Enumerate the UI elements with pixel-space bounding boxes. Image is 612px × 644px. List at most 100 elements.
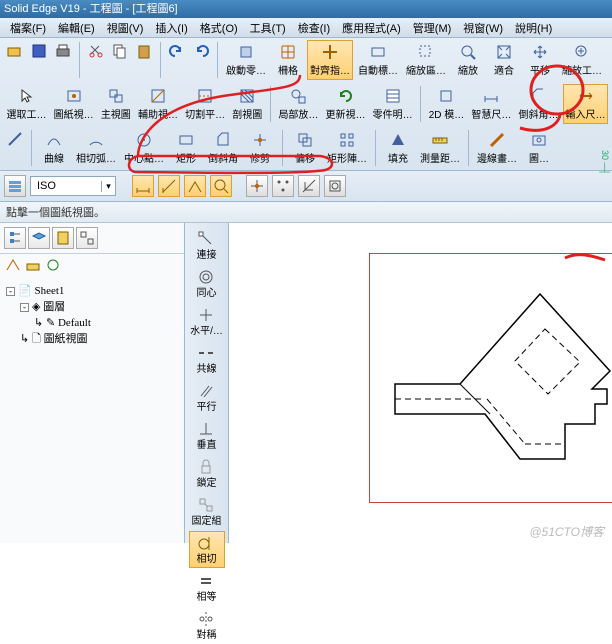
tab-library[interactable] — [52, 227, 74, 249]
grid-button[interactable]: 柵格 — [271, 40, 305, 80]
trim-button[interactable]: 修剪 — [243, 128, 277, 168]
redo-button[interactable] — [190, 40, 212, 62]
align-indicator-button[interactable]: 對齊指… — [307, 40, 353, 80]
section-view-button[interactable]: 剖視圖 — [230, 84, 265, 124]
status-hint: 點擊一個圖紙視圖。 — [0, 202, 612, 223]
aux-view-button[interactable]: 輔助視… — [135, 84, 180, 124]
watermark: @51CTO博客 — [529, 523, 604, 540]
save-button[interactable] — [28, 40, 50, 62]
equal-relation[interactable]: 相等 — [189, 569, 225, 606]
tangent-relation[interactable]: 相切 — [189, 531, 225, 568]
zoom-area-button[interactable]: 縮放區… — [403, 40, 449, 80]
centerpoint-button[interactable]: 中心點… — [121, 128, 167, 168]
snap-tool-3[interactable] — [298, 175, 320, 197]
drawing-view-button[interactable]: 圖紙視… — [51, 84, 96, 124]
image-capture-button[interactable]: 圖… — [522, 128, 556, 168]
copy-button[interactable] — [109, 40, 131, 62]
select-tool-button[interactable]: 選取工… — [4, 84, 49, 124]
ruler-right: 30 ─┤ — [600, 150, 610, 175]
window-title: Solid Edge V19 - 工程圖 - [工程圖6] — [4, 3, 178, 15]
lock-relation[interactable]: 鎖定 — [189, 455, 225, 492]
subtab-1[interactable] — [4, 256, 22, 277]
menu-manage[interactable]: 管理(M) — [407, 18, 458, 37]
zoom-button[interactable]: 縮放 — [451, 40, 485, 80]
menu-format[interactable]: 格式(O) — [194, 18, 244, 37]
menu-window[interactable]: 視窗(W) — [457, 18, 509, 37]
chevron-down-icon: ▾ — [101, 181, 115, 192]
undo-button[interactable] — [166, 40, 188, 62]
update-view-button[interactable]: 更新視… — [323, 84, 368, 124]
ribbon-area: 啟動零… 柵格 對齊指… 自動標… 縮放區… 縮放 適合 平移 縮放工… 選取工… — [0, 38, 612, 171]
layer-preset-button[interactable] — [4, 175, 26, 197]
tab-groups[interactable] — [76, 227, 98, 249]
auto-annotate-button[interactable]: 自動標… — [355, 40, 401, 80]
parallel-relation[interactable]: 平行 — [189, 379, 225, 416]
open-button[interactable] — [4, 40, 26, 62]
snap-tool-4[interactable] — [324, 175, 346, 197]
drawing-content — [370, 254, 612, 502]
concentric-relation[interactable]: 同心 — [189, 265, 225, 302]
panel-tabs — [0, 223, 184, 254]
menu-check[interactable]: 檢查(I) — [292, 18, 336, 37]
secondary-toolbar: ISO ▾ — [0, 171, 612, 202]
tab-layers[interactable] — [28, 227, 50, 249]
window-titlebar: Solid Edge V19 - 工程圖 - [工程圖6] — [0, 0, 612, 18]
offset-button[interactable]: 偏移 — [288, 128, 322, 168]
curve-button[interactable]: 曲線 — [37, 128, 71, 168]
drawing-view-frame[interactable] — [369, 253, 612, 503]
perpendicular-relation[interactable]: 垂直 — [189, 417, 225, 454]
pan-button[interactable]: 平移 — [523, 40, 557, 80]
tree-root: -📄 Sheet1 — [6, 283, 178, 299]
rigidset-relation[interactable]: 固定組 — [189, 493, 225, 530]
cutting-plane-button[interactable]: 切割平… — [183, 84, 228, 124]
insert-dimension-button[interactable]: 輸入尺… — [563, 84, 608, 124]
2d-model-button[interactable]: 2D 模… — [426, 84, 467, 124]
main-view-button[interactable]: 主視圖 — [98, 84, 133, 124]
detail-zoom-button[interactable]: 局部放… — [276, 84, 321, 124]
menu-application[interactable]: 應用程式(A) — [336, 18, 407, 37]
chamfer-dim-button[interactable]: 倒斜角… — [516, 84, 561, 124]
connect-relation[interactable]: 連接 — [189, 227, 225, 264]
tab-feature-tree[interactable] — [4, 227, 26, 249]
relation-toolbar: 連接 同心 水平/… 共線 平行 垂直 鎖定 固定組 相切 相等 對稱 — [185, 223, 229, 543]
feature-tree[interactable]: -📄 Sheet1 -◈ 圖層 ↳ ✎ Default ↳ 🗋 圖紙視圖 — [0, 279, 184, 351]
menu-help[interactable]: 說明(H) — [509, 18, 558, 37]
subtab-3[interactable] — [44, 256, 62, 277]
snap-tool-1[interactable] — [246, 175, 268, 197]
paste-button[interactable] — [133, 40, 155, 62]
workspace: -📄 Sheet1 -◈ 圖層 ↳ ✎ Default ↳ 🗋 圖紙視圖 連接 … — [0, 223, 612, 543]
dim-tool-1[interactable] — [132, 175, 154, 197]
smart-dimension-button[interactable]: 智慧尺… — [469, 84, 514, 124]
layer-dropdown[interactable]: ISO ▾ — [30, 176, 116, 196]
rect-pattern-button[interactable]: 矩形陣… — [324, 128, 370, 168]
zoom-tool-button[interactable]: 縮放工… — [559, 40, 605, 80]
menu-insert[interactable]: 插入(I) — [149, 18, 193, 37]
subtab-2[interactable] — [24, 256, 42, 277]
startpart-button[interactable]: 啟動零… — [223, 40, 269, 80]
menu-view[interactable]: 視圖(V) — [101, 18, 150, 37]
dim-tool-4[interactable] — [210, 175, 232, 197]
left-panel: -📄 Sheet1 -◈ 圖層 ↳ ✎ Default ↳ 🗋 圖紙視圖 — [0, 223, 185, 543]
measure-button[interactable]: 測量距… — [417, 128, 463, 168]
menu-file[interactable]: 檔案(F) — [4, 18, 52, 37]
menubar: 檔案(F) 編輯(E) 視圖(V) 插入(I) 格式(O) 工具(T) 檢查(I… — [0, 18, 612, 38]
rectangle-button[interactable]: 矩形 — [169, 128, 203, 168]
fit-button[interactable]: 適合 — [487, 40, 521, 80]
parts-list-button[interactable]: 零件明… — [370, 84, 415, 124]
print-button[interactable] — [52, 40, 74, 62]
cut-button[interactable] — [85, 40, 107, 62]
horizvert-relation[interactable]: 水平/… — [189, 303, 225, 340]
collinear-relation[interactable]: 共線 — [189, 341, 225, 378]
fill-button[interactable]: 填充 — [381, 128, 415, 168]
chamfer-button[interactable]: 倒斜角 — [205, 128, 241, 168]
symmetric-relation[interactable]: 對稱 — [189, 607, 225, 644]
dim-tool-3[interactable] — [184, 175, 206, 197]
snap-tool-2[interactable] — [272, 175, 294, 197]
tangent-arc-button[interactable]: 相切弧… — [73, 128, 119, 168]
menu-tools[interactable]: 工具(T) — [244, 18, 292, 37]
line-tool-icon[interactable] — [4, 128, 26, 150]
drawing-canvas[interactable] — [229, 223, 612, 543]
dim-tool-2[interactable] — [158, 175, 180, 197]
edge-paint-button[interactable]: 邊線畫… — [474, 128, 520, 168]
menu-edit[interactable]: 編輯(E) — [52, 18, 101, 37]
